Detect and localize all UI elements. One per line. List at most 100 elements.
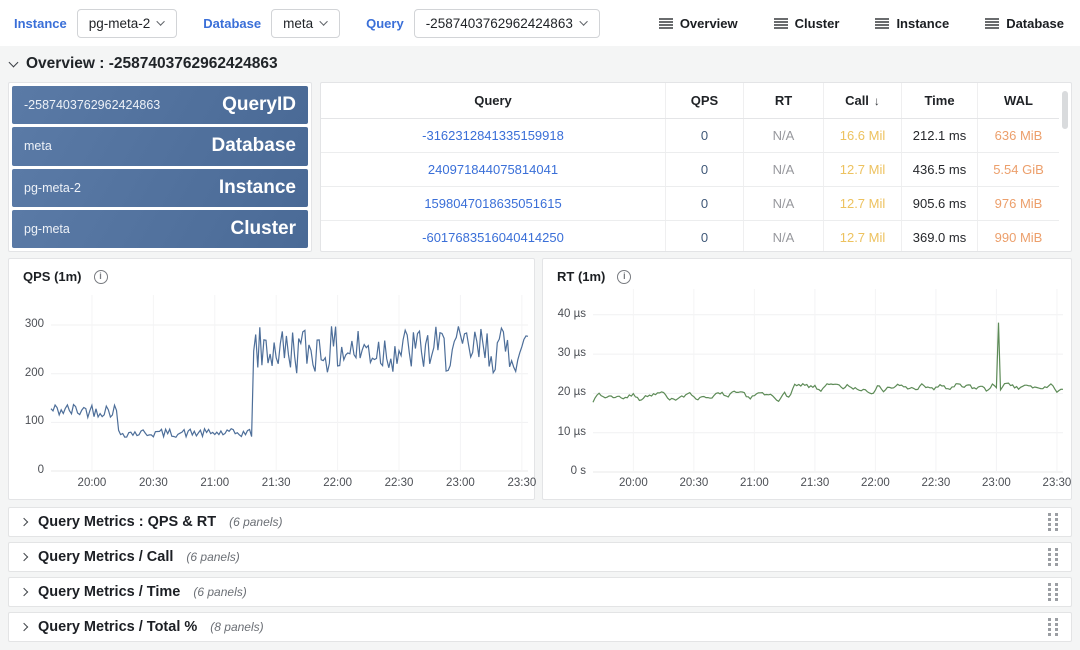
chevron-right-icon xyxy=(20,553,28,561)
table-row: 15980470186350516150N/A12.7 Mil905.6 ms9… xyxy=(321,187,1059,221)
instance-variable-label: Instance xyxy=(14,16,67,31)
wal-cell: 990 MiB xyxy=(977,221,1059,252)
query-variable-label: Query xyxy=(366,16,404,31)
stat-card-cluster: pg-meta Cluster xyxy=(12,210,308,248)
row-panel-count: (6 panels) xyxy=(193,585,246,599)
column-header-rt[interactable]: RT xyxy=(743,83,823,118)
nav-links: Overview Cluster Instance Database xyxy=(659,0,1064,46)
x-axis-tick-label: 21:30 xyxy=(258,477,294,489)
drag-handle-icon[interactable] xyxy=(1048,583,1059,602)
gridlines xyxy=(51,295,528,471)
x-axis-tick-label: 20:30 xyxy=(676,477,712,489)
y-axis-tick-label: 100 xyxy=(9,415,44,427)
table-row: -60176835160404142500N/A12.7 Mil369.0 ms… xyxy=(321,221,1059,252)
variable-query: Query -2587403762962424863 xyxy=(366,9,600,38)
chevron-right-icon xyxy=(20,588,28,596)
nav-link-instance[interactable]: Instance xyxy=(875,16,949,31)
column-header-query[interactable]: Query xyxy=(321,83,665,118)
call-cell: 16.6 Mil xyxy=(823,119,901,152)
x-axis-tick-label: 23:30 xyxy=(1039,477,1075,489)
nav-link-cluster[interactable]: Cluster xyxy=(774,16,840,31)
section-title: Overview : -2587403762962424863 xyxy=(26,55,278,73)
drag-handle-icon[interactable] xyxy=(1048,513,1059,532)
column-header-call[interactable]: Call↓ xyxy=(823,83,901,118)
gridlines xyxy=(593,289,1063,472)
qps-cell: 0 xyxy=(665,187,743,220)
row-query-metrics-total[interactable]: Query Metrics / Total % (8 panels) xyxy=(8,612,1072,642)
stat-card-database: meta Database xyxy=(12,127,308,165)
nav-link-label: Cluster xyxy=(795,16,840,31)
x-axis-tick-label: 21:00 xyxy=(197,477,233,489)
list-icon xyxy=(659,18,673,29)
call-cell: 12.7 Mil xyxy=(823,153,901,186)
column-header-wal[interactable]: WAL xyxy=(977,83,1059,118)
chevron-down-icon xyxy=(319,17,327,25)
list-icon xyxy=(985,18,999,29)
row-title: Query Metrics / Time xyxy=(38,584,180,600)
database-variable-label: Database xyxy=(203,16,261,31)
row-title: Query Metrics / Total % xyxy=(38,619,197,635)
database-dropdown-value: meta xyxy=(283,16,313,31)
time-cell: 369.0 ms xyxy=(901,221,977,252)
rt-cell: N/A xyxy=(743,153,823,186)
stat-value: pg-meta xyxy=(24,222,70,236)
variable-database: Database meta xyxy=(203,9,340,38)
call-cell: 12.7 Mil xyxy=(823,221,901,252)
variable-instance: Instance pg-meta-2 xyxy=(14,9,177,38)
query-id-link[interactable]: 1598047018635051615 xyxy=(321,187,665,220)
chevron-down-icon xyxy=(157,17,165,25)
table-header-row: Query QPS RT Call↓ Time WAL xyxy=(321,83,1059,119)
section-header-overview[interactable]: Overview : -2587403762962424863 xyxy=(10,50,278,78)
query-dropdown-value: -2587403762962424863 xyxy=(426,16,573,31)
row-query-metrics-call[interactable]: Query Metrics / Call (6 panels) xyxy=(8,542,1072,572)
column-header-qps[interactable]: QPS xyxy=(665,83,743,118)
rt-series-line xyxy=(593,323,1063,403)
stat-value: pg-meta-2 xyxy=(24,181,81,195)
table-scrollbar[interactable] xyxy=(1062,91,1068,129)
column-header-time[interactable]: Time xyxy=(901,83,977,118)
stat-label: Database xyxy=(212,135,297,157)
qps-chart[interactable] xyxy=(9,259,534,499)
call-cell: 12.7 Mil xyxy=(823,187,901,220)
stat-value: meta xyxy=(24,139,52,153)
stat-label: QueryID xyxy=(222,94,296,116)
qps-chart-panel: QPS (1m) i 300200100020:0020:3021:0021:3… xyxy=(8,258,535,500)
row-panel-count: (6 panels) xyxy=(229,515,282,529)
nav-link-label: Instance xyxy=(896,16,949,31)
nav-link-label: Overview xyxy=(680,16,738,31)
x-axis-tick-label: 22:30 xyxy=(381,477,417,489)
instance-dropdown[interactable]: pg-meta-2 xyxy=(77,9,178,38)
drag-handle-icon[interactable] xyxy=(1048,548,1059,567)
rt-chart[interactable] xyxy=(543,259,1071,499)
nav-link-overview[interactable]: Overview xyxy=(659,16,738,31)
query-id-link[interactable]: 240971844075814041 xyxy=(321,153,665,186)
table-body: -31623128413351599180N/A16.6 Mil212.1 ms… xyxy=(321,119,1059,252)
chevron-down-icon xyxy=(579,17,587,25)
rt-cell: N/A xyxy=(743,187,823,220)
y-axis-tick-label: 30 µs xyxy=(543,347,586,359)
stat-card-instance: pg-meta-2 Instance xyxy=(12,169,308,207)
time-cell: 436.5 ms xyxy=(901,153,977,186)
y-axis-tick-label: 0 xyxy=(9,464,44,476)
y-axis-tick-label: 40 µs xyxy=(543,308,586,320)
x-axis-tick-label: 22:30 xyxy=(918,477,954,489)
x-axis-tick-label: 21:00 xyxy=(736,477,772,489)
y-axis-tick-label: 10 µs xyxy=(543,426,586,438)
wal-cell: 5.54 GiB xyxy=(977,153,1059,186)
nav-link-database[interactable]: Database xyxy=(985,16,1064,31)
top-bar: Instance pg-meta-2 Database meta Query -… xyxy=(0,0,1080,46)
row-query-metrics-qps-rt[interactable]: Query Metrics : QPS & RT (6 panels) xyxy=(8,507,1072,537)
wal-cell: 636 MiB xyxy=(977,119,1059,152)
qps-series-line xyxy=(51,326,528,437)
database-dropdown[interactable]: meta xyxy=(271,9,340,38)
x-axis-tick-label: 20:00 xyxy=(615,477,651,489)
query-id-link[interactable]: -6017683516040414250 xyxy=(321,221,665,252)
qps-cell: 0 xyxy=(665,221,743,252)
row-query-metrics-time[interactable]: Query Metrics / Time (6 panels) xyxy=(8,577,1072,607)
y-axis-tick-label: 0 s xyxy=(543,465,586,477)
stat-label: Instance xyxy=(219,177,296,199)
stat-value: -2587403762962424863 xyxy=(24,98,160,112)
query-id-link[interactable]: -3162312841335159918 xyxy=(321,119,665,152)
query-dropdown[interactable]: -2587403762962424863 xyxy=(414,9,600,38)
drag-handle-icon[interactable] xyxy=(1048,618,1059,637)
